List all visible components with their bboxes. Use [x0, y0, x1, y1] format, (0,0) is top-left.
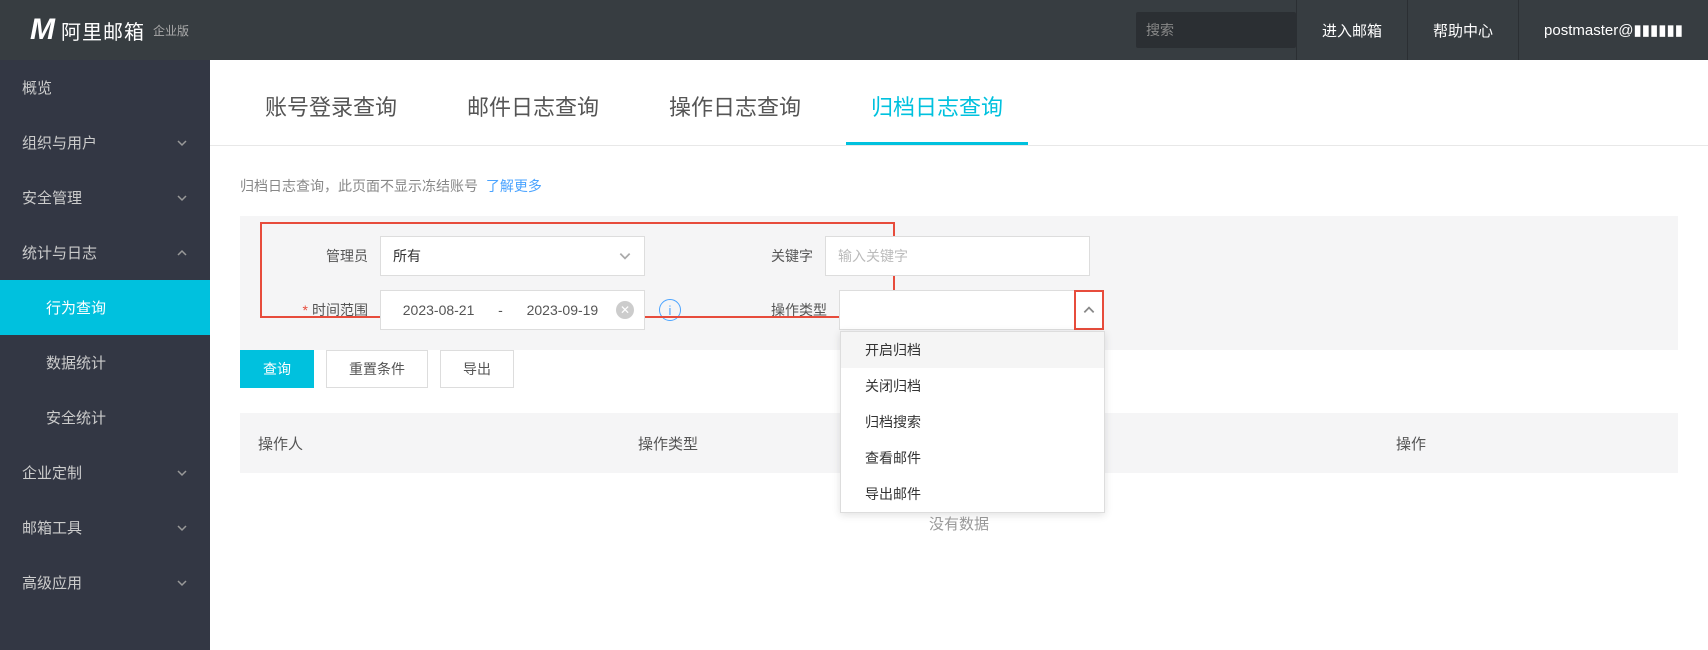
sidebar-item-label: 行为查询 [46, 297, 106, 318]
keyword-input-wrap [825, 236, 1090, 276]
chevron-down-icon [618, 249, 632, 263]
sidebar-item-label: 概览 [22, 77, 52, 98]
tab-mail-log-query[interactable]: 邮件日志查询 [442, 60, 624, 145]
reset-button[interactable]: 重置条件 [326, 350, 428, 388]
info-icon[interactable]: i [659, 299, 681, 321]
optype-option[interactable]: 查看邮件 [841, 440, 1104, 476]
tab-archive-log-query[interactable]: 归档日志查询 [846, 60, 1028, 145]
date-start-value: 2023-08-21 [391, 302, 486, 318]
sidebar-item-stats-logs[interactable]: 统计与日志 [0, 225, 210, 280]
user-email[interactable]: postmaster@▮▮▮▮▮▮ [1518, 0, 1708, 60]
sidebar-item-label: 企业定制 [22, 462, 82, 483]
chevron-down-icon [176, 522, 188, 534]
main-content: 账号登录查询 邮件日志查询 操作日志查询 归档日志查询 归档日志查询，此页面不显… [210, 60, 1708, 650]
sidebar-item-label: 组织与用户 [22, 132, 97, 153]
sidebar-item-enterprise-custom[interactable]: 企业定制 [0, 445, 210, 500]
notice-bar: 归档日志查询，此页面不显示冻结账号 了解更多 [210, 146, 1708, 206]
tab-bar: 账号登录查询 邮件日志查询 操作日志查询 归档日志查询 [210, 60, 1708, 146]
filter-form: 管理员 所有 关键字 *时间范围 [240, 216, 1678, 350]
sidebar: 概览 组织与用户 安全管理 统计与日志 行为查询 数据统计 安全统计 企业定制 … [0, 60, 210, 650]
logo-text: 阿里邮箱 [61, 16, 145, 45]
top-header: M 阿里邮箱 企业版 进入邮箱 帮助中心 postmaster@▮▮▮▮▮▮ [0, 0, 1708, 60]
chevron-down-icon [176, 192, 188, 204]
clear-date-icon[interactable]: ✕ [616, 301, 634, 319]
date-range-picker[interactable]: 2023-08-21 - 2023-09-19 ✕ [380, 290, 645, 330]
logo-icon: M [30, 13, 55, 47]
sidebar-item-label: 数据统计 [46, 352, 106, 373]
sidebar-item-label: 安全统计 [46, 407, 106, 428]
sidebar-item-security[interactable]: 安全管理 [0, 170, 210, 225]
optype-label: 操作类型 [729, 300, 839, 320]
admin-label: 管理员 [270, 246, 380, 266]
enter-mailbox-link[interactable]: 进入邮箱 [1296, 0, 1407, 60]
query-button[interactable]: 查询 [240, 350, 314, 388]
admin-select-value: 所有 [393, 246, 421, 266]
optype-option[interactable]: 开启归档 [841, 332, 1104, 368]
keyword-input[interactable] [826, 237, 1089, 275]
chevron-up-icon [1082, 303, 1096, 317]
help-center-link[interactable]: 帮助中心 [1407, 0, 1518, 60]
sidebar-item-behavior-query[interactable]: 行为查询 [0, 280, 210, 335]
admin-select[interactable]: 所有 [380, 236, 645, 276]
chevron-down-icon [176, 467, 188, 479]
date-separator: - [486, 302, 515, 318]
header-search[interactable] [1136, 12, 1296, 48]
learn-more-link[interactable]: 了解更多 [486, 178, 542, 194]
sidebar-item-mail-tools[interactable]: 邮箱工具 [0, 500, 210, 555]
sidebar-item-label: 安全管理 [22, 187, 82, 208]
sidebar-item-label: 统计与日志 [22, 242, 97, 263]
col-operator: 操作人 [240, 433, 620, 454]
chevron-down-icon [176, 137, 188, 149]
sidebar-item-label: 高级应用 [22, 572, 82, 593]
optype-option[interactable]: 关闭归档 [841, 368, 1104, 404]
optype-select[interactable]: 开启归档 关闭归档 归档搜索 查看邮件 导出邮件 [839, 290, 1104, 330]
export-button[interactable]: 导出 [440, 350, 514, 388]
date-end-value: 2023-09-19 [515, 302, 610, 318]
chevron-down-icon [176, 577, 188, 589]
notice-text: 归档日志查询，此页面不显示冻结账号 [240, 178, 478, 194]
keyword-label: 关键字 [715, 246, 825, 266]
optype-dropdown: 开启归档 关闭归档 归档搜索 查看邮件 导出邮件 [840, 331, 1105, 513]
annotation-highlight-chevron [1074, 290, 1104, 330]
optype-option[interactable]: 归档搜索 [841, 404, 1104, 440]
sidebar-item-org-users[interactable]: 组织与用户 [0, 115, 210, 170]
logo-subtext: 企业版 [153, 22, 189, 39]
time-range-label: *时间范围 [270, 300, 380, 320]
sidebar-item-data-stats[interactable]: 数据统计 [0, 335, 210, 390]
col-action: 操作 [1378, 433, 1678, 454]
tab-account-login-query[interactable]: 账号登录查询 [240, 60, 422, 145]
sidebar-item-overview[interactable]: 概览 [0, 60, 210, 115]
sidebar-item-advanced-apps[interactable]: 高级应用 [0, 555, 210, 610]
sidebar-item-label: 邮箱工具 [22, 517, 82, 538]
optype-option[interactable]: 导出邮件 [841, 476, 1104, 512]
sidebar-item-security-stats[interactable]: 安全统计 [0, 390, 210, 445]
logo: M 阿里邮箱 企业版 [0, 13, 210, 47]
tab-operation-log-query[interactable]: 操作日志查询 [644, 60, 826, 145]
chevron-up-icon [176, 247, 188, 259]
